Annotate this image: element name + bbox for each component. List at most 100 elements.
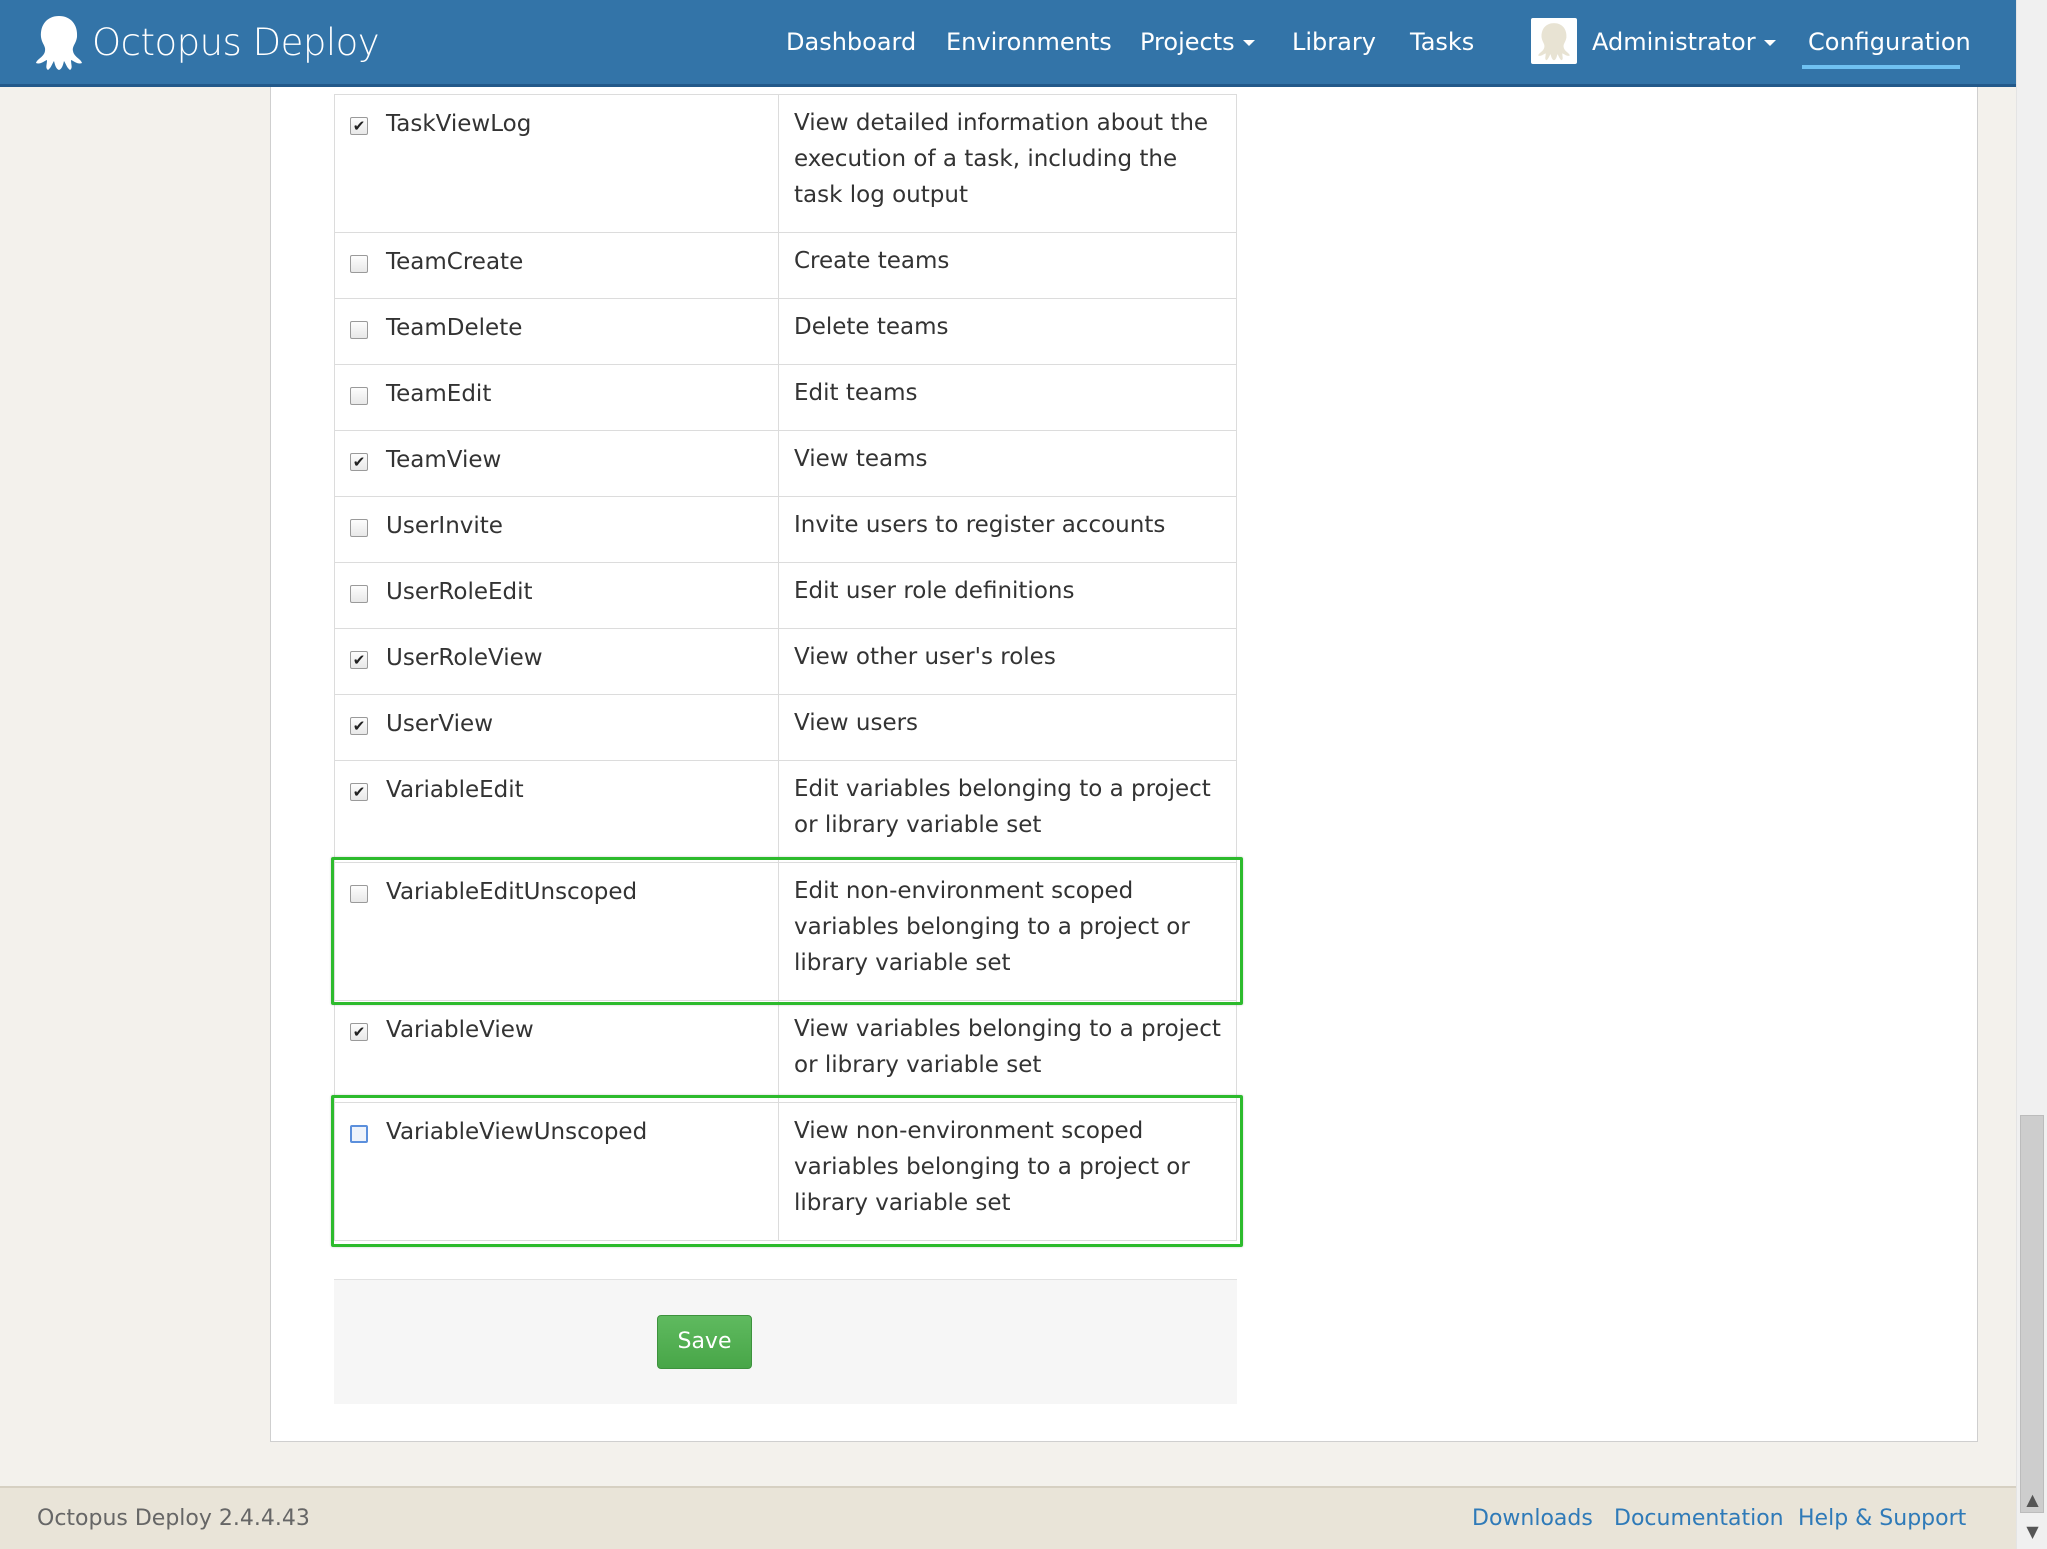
footer-link-downloads[interactable]: Downloads: [1472, 1506, 1593, 1531]
permission-description: Edit variables belonging to a project or…: [794, 776, 1211, 838]
scrollbar-thumb[interactable]: [2020, 1115, 2044, 1513]
caret-down-icon: [1763, 40, 1776, 46]
permission-name-cell: TeamEdit: [335, 365, 779, 430]
brand[interactable]: Octopus Deploy: [34, 14, 380, 70]
permission-description-cell: View detailed information about the exec…: [779, 95, 1236, 232]
footer-link-help-support[interactable]: Help & Support: [1798, 1506, 1966, 1531]
permission-description-cell: View other user's roles: [779, 629, 1236, 694]
permission-checkbox[interactable]: ✔: [350, 717, 368, 735]
permission-name[interactable]: UserRoleEdit: [386, 579, 533, 605]
scroll-down-arrow-icon[interactable]: ▼: [2017, 1517, 2047, 1547]
scroll-up-arrow-icon[interactable]: ▲: [2017, 1485, 2047, 1515]
permission-name[interactable]: TaskViewLog: [386, 111, 531, 137]
vertical-scrollbar[interactable]: ▲ ▼: [2016, 0, 2047, 1549]
permission-name[interactable]: TeamView: [386, 447, 501, 473]
permission-checkbox[interactable]: ✔: [350, 651, 368, 669]
highlight-box-variable-view-unscoped: [331, 1095, 1243, 1247]
nav-environments-label: Environments: [946, 28, 1112, 56]
permission-description: Delete teams: [794, 314, 949, 340]
permission-description-cell: Edit teams: [779, 365, 1236, 430]
permission-checkbox[interactable]: [350, 519, 368, 537]
permission-description-cell: View variables belonging to a project or…: [779, 1001, 1236, 1102]
permission-description: View detailed information about the exec…: [794, 110, 1209, 208]
permission-row: ✔ VariableEdit Edit variables belonging to…: [334, 761, 1237, 863]
permission-checkbox[interactable]: [350, 387, 368, 405]
nav-configuration-label: Configuration: [1808, 28, 1971, 56]
footer-version: Octopus Deploy 2.4.4.43: [37, 1506, 310, 1531]
active-nav-indicator: [1802, 65, 1960, 69]
permission-description: Create teams: [794, 248, 950, 274]
avatar[interactable]: [1531, 18, 1577, 64]
permission-name-cell: UserRoleEdit: [335, 563, 779, 628]
form-actions: Save: [334, 1279, 1237, 1404]
permission-checkbox[interactable]: [350, 585, 368, 603]
permission-row: ✔ VariableView View variables belonging to…: [334, 1001, 1237, 1103]
permission-description: View other user's roles: [794, 644, 1056, 670]
permission-name[interactable]: UserRoleView: [386, 645, 543, 671]
nav-projects-label: Projects: [1140, 28, 1235, 56]
permission-checkbox[interactable]: [350, 255, 368, 273]
permission-name[interactable]: TeamDelete: [386, 315, 522, 341]
permission-row: ✔ UserView View users: [334, 695, 1237, 761]
nav-dashboard[interactable]: Dashboard: [786, 28, 916, 56]
top-navbar: Octopus Deploy Dashboard Environments Pr…: [0, 0, 2016, 87]
permission-name[interactable]: UserInvite: [386, 513, 503, 539]
permission-row: ✔ TeamView View teams: [334, 431, 1237, 497]
save-button[interactable]: Save: [657, 1315, 752, 1369]
checkmark-icon: ✔: [352, 783, 366, 801]
permission-name-cell: UserInvite: [335, 497, 779, 562]
checkmark-icon: ✔: [352, 717, 366, 735]
permission-row: TeamEdit Edit teams: [334, 365, 1237, 431]
nav-dashboard-label: Dashboard: [786, 28, 917, 56]
permission-row: ✔ UserRoleView View other user's roles: [334, 629, 1237, 695]
permission-row: TeamDelete Delete teams: [334, 299, 1237, 365]
nav-configuration[interactable]: Configuration: [1808, 28, 1971, 56]
checkmark-icon: ✔: [352, 651, 366, 669]
nav-user-menu[interactable]: Administrator: [1592, 28, 1776, 56]
permission-description: View users: [794, 710, 919, 736]
permission-description: View teams: [794, 446, 928, 472]
footer: Octopus Deploy 2.4.4.43 Downloads Docume…: [0, 1486, 2016, 1549]
permission-row: TeamCreate Create teams: [334, 233, 1237, 299]
permission-row: ✔ TaskViewLog View detailed information ab…: [334, 94, 1237, 233]
caret-down-icon: [1242, 40, 1255, 46]
octopus-logo-icon: [36, 16, 82, 70]
brand-name: Octopus Deploy: [92, 20, 380, 64]
permission-name-cell: ✔ TaskViewLog: [335, 95, 779, 232]
permission-checkbox[interactable]: [350, 321, 368, 339]
user-avatar-icon: [1538, 23, 1570, 61]
permission-name-cell: ✔ UserRoleView: [335, 629, 779, 694]
permission-name[interactable]: VariableEdit: [386, 777, 524, 803]
permission-description-cell: Invite users to register accounts: [779, 497, 1236, 562]
permission-name-cell: ✔ VariableEdit: [335, 761, 779, 862]
permission-name-cell: ✔ VariableView: [335, 1001, 779, 1102]
permission-name-cell: ✔ TeamView: [335, 431, 779, 496]
permission-description: Invite users to register accounts: [794, 512, 1166, 538]
permission-checkbox[interactable]: ✔: [350, 1023, 368, 1041]
permission-checkbox[interactable]: ✔: [350, 453, 368, 471]
nav-library[interactable]: Library: [1292, 28, 1376, 56]
nav-projects[interactable]: Projects: [1140, 28, 1255, 56]
permission-description: Edit user role definitions: [794, 578, 1075, 604]
permission-checkbox[interactable]: ✔: [350, 117, 368, 135]
permission-description-cell: Edit variables belonging to a project or…: [779, 761, 1236, 862]
permission-name[interactable]: VariableView: [386, 1017, 534, 1043]
permission-name-cell: TeamCreate: [335, 233, 779, 298]
permission-description-cell: Create teams: [779, 233, 1236, 298]
permission-description-cell: View teams: [779, 431, 1236, 496]
permission-description-cell: Edit user role definitions: [779, 563, 1236, 628]
nav-environments[interactable]: Environments: [946, 28, 1112, 56]
permission-description-cell: View users: [779, 695, 1236, 760]
permission-checkbox[interactable]: ✔: [350, 783, 368, 801]
permission-name-cell: TeamDelete: [335, 299, 779, 364]
permission-name[interactable]: TeamEdit: [386, 381, 491, 407]
footer-link-documentation[interactable]: Documentation: [1614, 1506, 1784, 1531]
highlight-box-variable-edit-unscoped: [331, 857, 1243, 1005]
nav-library-label: Library: [1292, 28, 1376, 56]
permission-row: UserInvite Invite users to register accou…: [334, 497, 1237, 563]
checkmark-icon: ✔: [352, 1023, 366, 1041]
permission-name[interactable]: UserView: [386, 711, 493, 737]
nav-tasks-label: Tasks: [1410, 28, 1475, 56]
nav-tasks[interactable]: Tasks: [1410, 28, 1474, 56]
permission-name[interactable]: TeamCreate: [386, 249, 523, 275]
